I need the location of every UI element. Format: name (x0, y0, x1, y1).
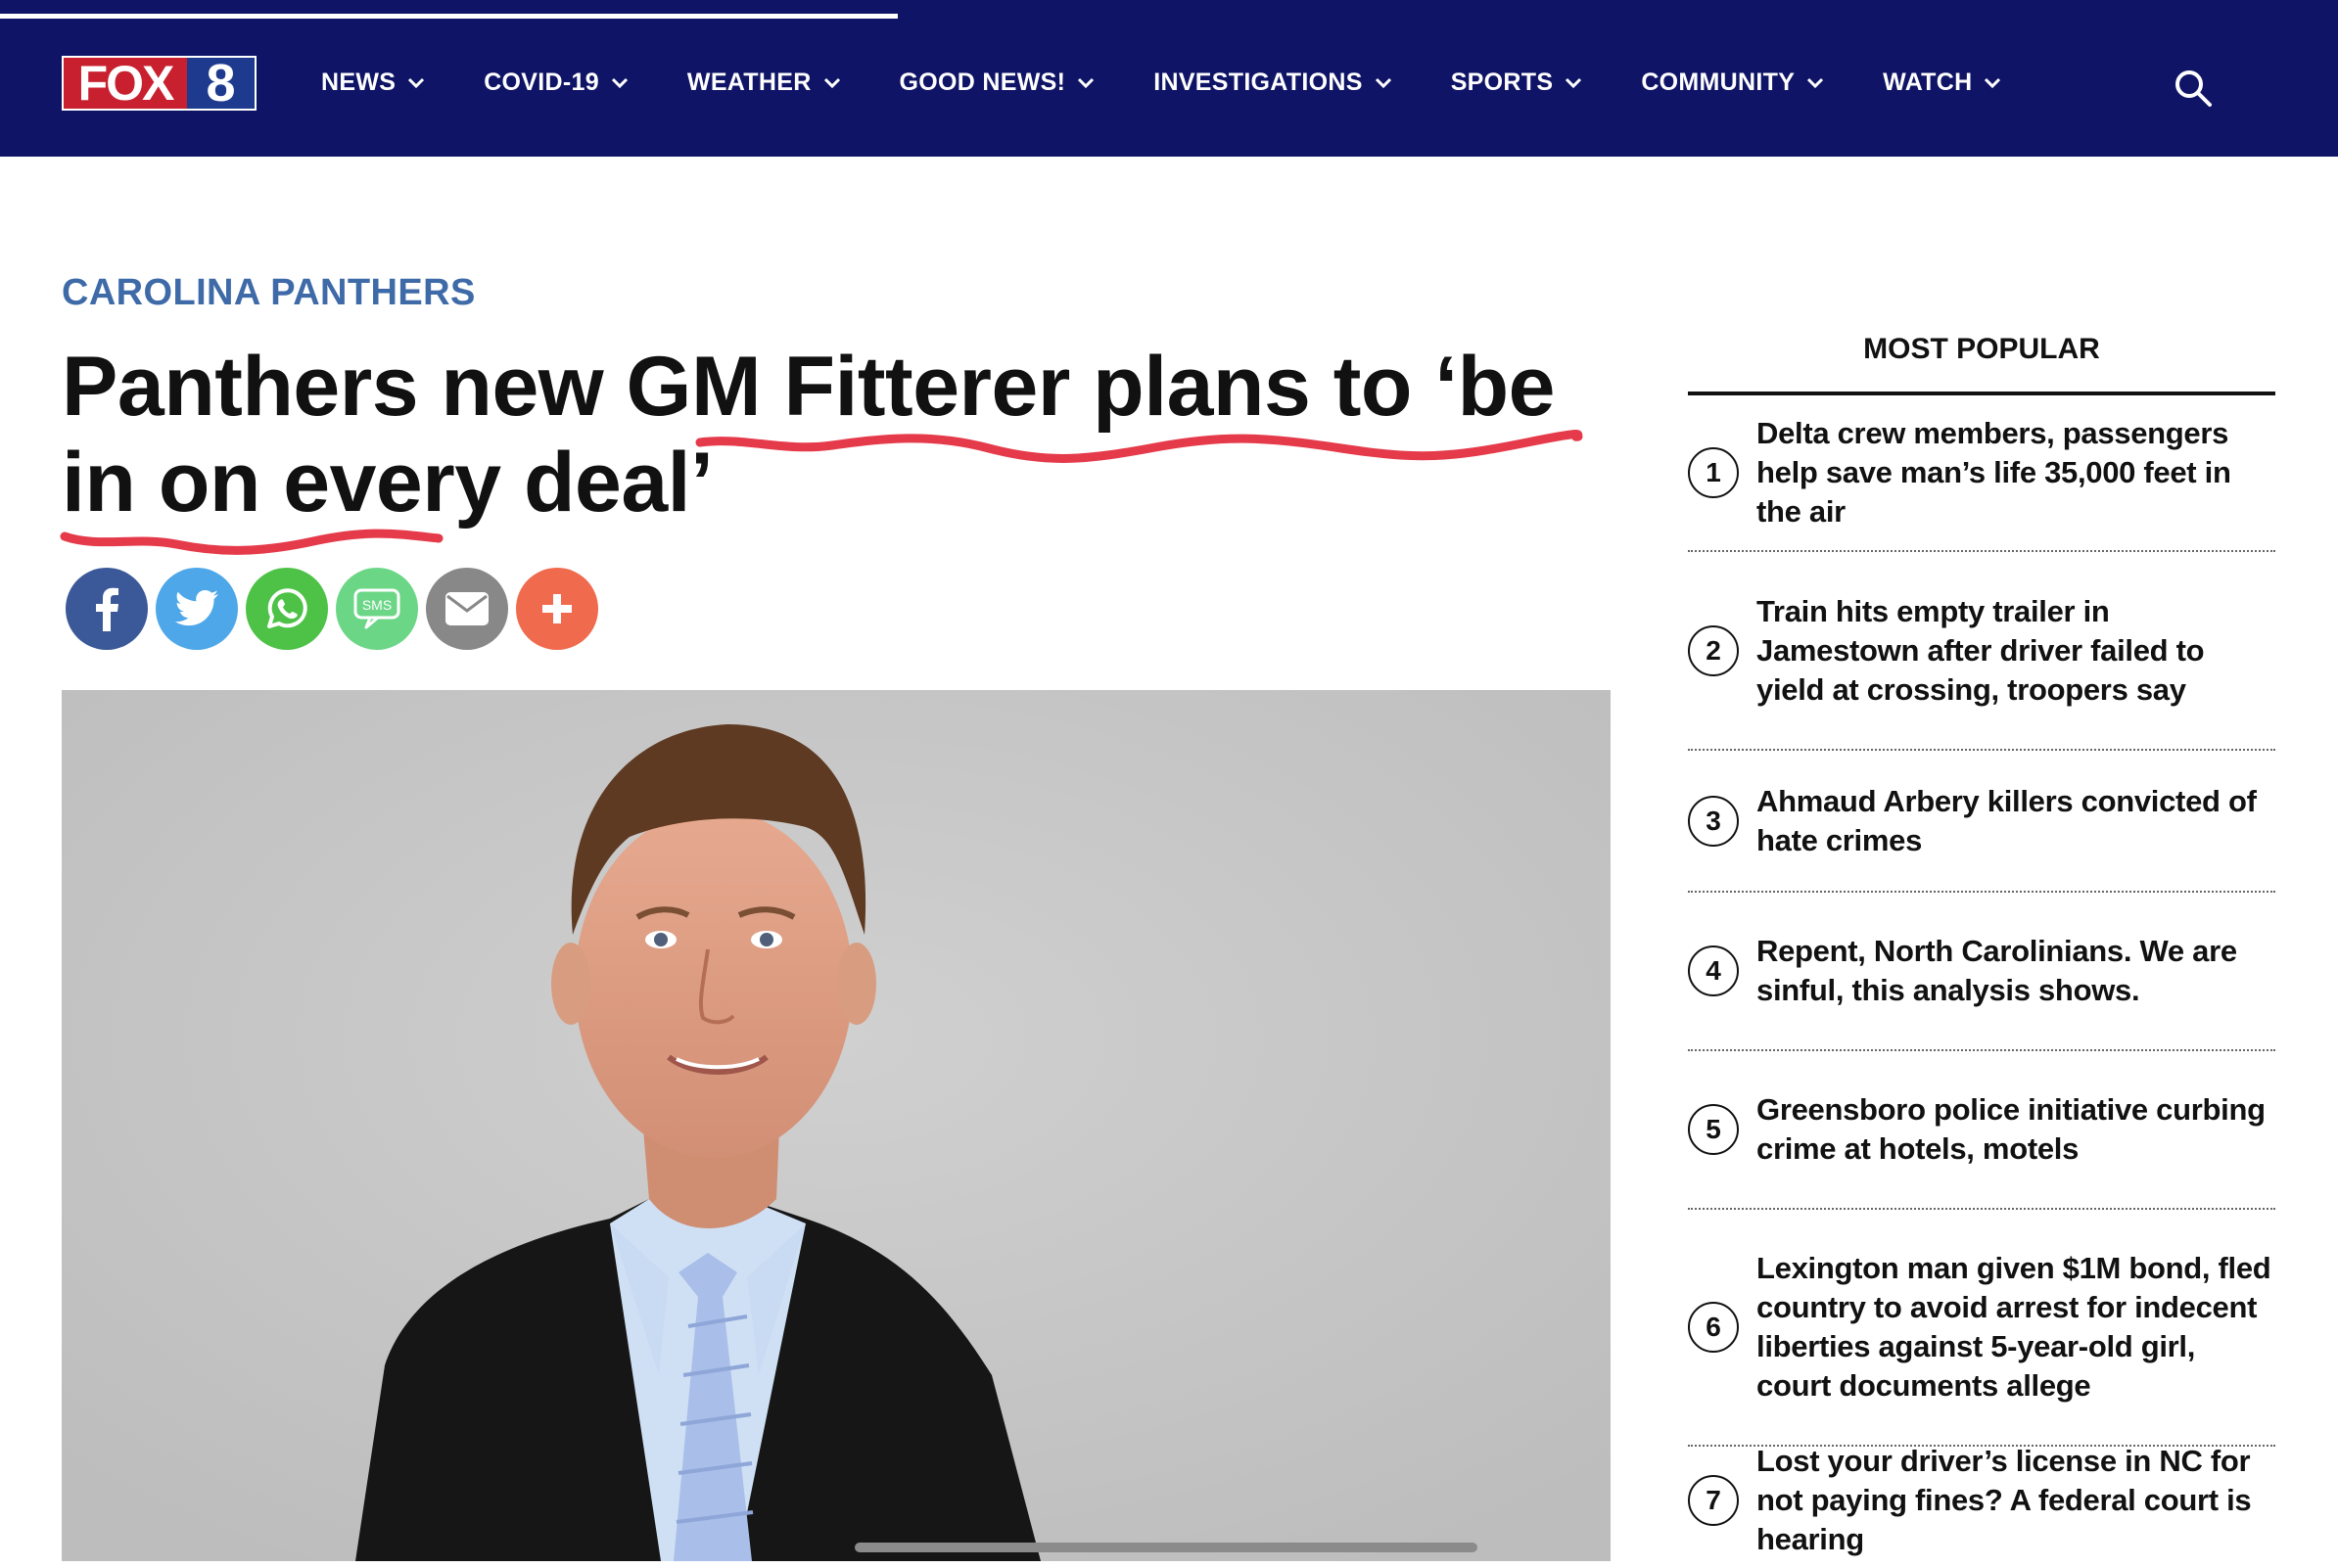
facebook-share-button[interactable] (66, 568, 148, 650)
rank-badge: 7 (1688, 1475, 1739, 1526)
nav-item-community[interactable]: COMMUNITY (1641, 69, 1824, 97)
nav-item-news[interactable]: NEWS (321, 69, 425, 97)
portrait-photo (62, 690, 1611, 1561)
rank-badge: 5 (1688, 1104, 1739, 1155)
most-popular-item[interactable]: 3 Ahmaud Arbery killers convicted of hate… (1688, 751, 2275, 893)
sms-label: SMS (362, 597, 392, 613)
rank-badge: 6 (1688, 1302, 1739, 1353)
nav-item-label: COMMUNITY (1641, 69, 1796, 96)
most-popular-item[interactable]: 5 Greensboro police initiative curbing cr… (1688, 1051, 2275, 1210)
chevron-down-icon (1375, 77, 1391, 88)
nav-item-label: COVID-19 (484, 69, 599, 96)
nav-item-investigations[interactable]: INVESTIGATIONS (1153, 69, 1391, 97)
share-buttons: SMS (66, 568, 606, 650)
nav-item-label: NEWS (321, 69, 397, 96)
nav-item-sports[interactable]: SPORTS (1451, 69, 1583, 97)
nav-item-label: WEATHER (686, 69, 812, 96)
nav-item-label: INVESTIGATIONS (1153, 69, 1363, 96)
most-popular-headline-link[interactable]: Lost your driver’s license in NC for not… (1756, 1442, 2275, 1559)
search-icon[interactable] (2174, 69, 2213, 108)
nav-item-watch[interactable]: WATCH (1883, 69, 2001, 97)
most-popular-item[interactable]: 2 Train hits empty trailer in Jamestown a… (1688, 552, 2275, 751)
logo-number: 8 (187, 57, 255, 110)
most-popular-headline-link[interactable]: Repent, North Carolinians. We are sinful… (1756, 932, 2275, 1010)
chevron-down-icon (1078, 77, 1095, 88)
most-popular-headline-link[interactable]: Greensboro police initiative curbing cri… (1756, 1090, 2275, 1169)
plus-icon (542, 594, 572, 623)
nav-item-label: SPORTS (1450, 69, 1554, 96)
most-popular-item[interactable]: 7 Lost your driver’s license in NC for no… (1688, 1444, 2275, 1556)
logo-fox-text: FOX (64, 58, 187, 109)
most-popular-item[interactable]: 1 Delta crew members, passengers help sav… (1688, 395, 2275, 552)
site-header: FOX 8 NEWS COVID-19 WEATHER GOOD NEWS! INVES… (0, 0, 2338, 157)
rank-badge: 3 (1688, 795, 1739, 847)
whatsapp-share-button[interactable] (246, 568, 328, 650)
facebook-icon (96, 587, 118, 631)
nav-item-label: GOOD NEWS! (899, 69, 1066, 96)
article-headline: Panthers new GM Fitterer plans to ‘be in… (62, 340, 1556, 530)
most-popular-headline-link[interactable]: Lexington man given $1M bond, fled count… (1756, 1249, 2275, 1406)
most-popular-headline-link[interactable]: Train hits empty trailer in Jamestown af… (1756, 592, 2275, 710)
twitter-share-button[interactable] (156, 568, 238, 650)
article-hero-photo (62, 690, 1611, 1561)
sms-icon: SMS (353, 588, 400, 629)
more-share-button[interactable] (516, 568, 598, 650)
most-popular-item[interactable]: 4 Repent, North Carolinians. We are sinfu… (1688, 893, 2275, 1051)
email-icon (445, 592, 489, 625)
sms-share-button[interactable]: SMS (336, 568, 418, 650)
most-popular-item[interactable]: 6 Lexington man given $1M bond, fled coun… (1688, 1210, 2275, 1447)
rank-badge: 4 (1688, 945, 1739, 996)
whatsapp-icon (267, 588, 307, 628)
chevron-down-icon (823, 77, 840, 88)
nav-item-label: WATCH (1883, 69, 1973, 96)
twitter-icon (174, 590, 218, 626)
fox8-logo[interactable]: FOX 8 (62, 56, 257, 111)
reading-progress-bar (0, 14, 2338, 19)
main-nav: NEWS COVID-19 WEATHER GOOD NEWS! INVESTIGATI… (321, 69, 2060, 97)
most-popular-headline-link[interactable]: Delta crew members, passengers help save… (1756, 414, 2275, 531)
chevron-down-icon (611, 77, 628, 88)
chevron-down-icon (1985, 77, 2001, 88)
chevron-down-icon (1566, 77, 1582, 88)
most-popular-sidebar: MOST POPULAR 1 Delta crew members, passen… (1688, 333, 2275, 1556)
image-carousel-scrollbar[interactable] (855, 1543, 1477, 1552)
most-popular-title: MOST POPULAR (1688, 333, 2275, 395)
chevron-down-icon (1807, 77, 1824, 88)
article-category-link[interactable]: CAROLINA PANTHERS (62, 272, 476, 314)
email-share-button[interactable] (426, 568, 508, 650)
rank-badge: 1 (1688, 447, 1739, 498)
rank-badge: 2 (1688, 624, 1739, 676)
most-popular-headline-link[interactable]: Ahmaud Arbery killers convicted of hate … (1756, 782, 2275, 860)
nav-item-covid-19[interactable]: COVID-19 (484, 69, 629, 97)
reading-progress-fill (0, 14, 898, 19)
chevron-down-icon (408, 77, 425, 88)
nav-item-weather[interactable]: WEATHER (687, 69, 841, 97)
nav-item-good-news[interactable]: GOOD NEWS! (900, 69, 1096, 97)
